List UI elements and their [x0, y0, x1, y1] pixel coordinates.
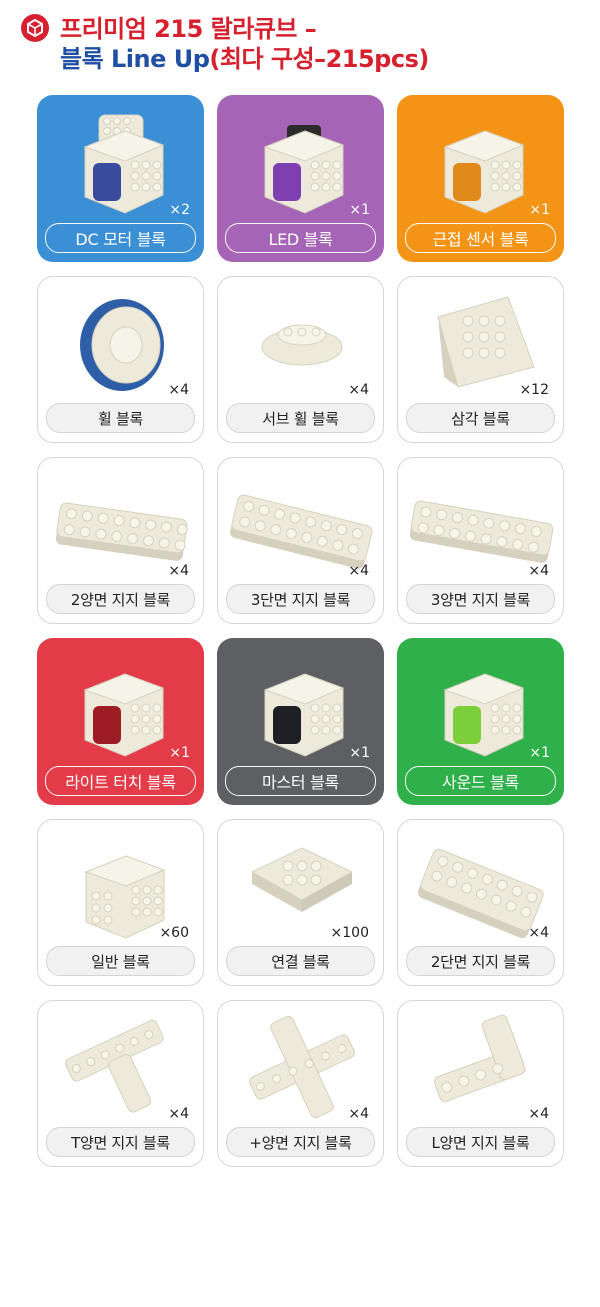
block-card: ×4 2양면 지지 블록 [37, 457, 204, 624]
block-count: ×1 [349, 745, 370, 761]
block-count: ×4 [168, 1106, 189, 1122]
block-card: ×4 3양면 지지 블록 [397, 457, 564, 624]
block-count: ×60 [159, 925, 189, 941]
block-count: ×4 [168, 563, 189, 579]
block-label: 사운드 블록 [405, 766, 556, 796]
block-label: 3양면 지지 블록 [406, 584, 555, 614]
cube-badge-icon [21, 14, 49, 42]
block-card: ×4 T양면 지지 블록 [37, 1000, 204, 1167]
block-label: 서브 휠 블록 [226, 403, 375, 433]
block-label: LED 블록 [225, 223, 376, 253]
block-count: ×4 [348, 1106, 369, 1122]
page-title: 프리미엄 215 랄라큐브 – 블록 Line Up(최다 구성–215pcs) [60, 14, 429, 74]
block-count: ×4 [528, 925, 549, 941]
block-label: 라이트 터치 블록 [45, 766, 196, 796]
block-count: ×4 [348, 563, 369, 579]
block-label: T양면 지지 블록 [46, 1127, 195, 1157]
title-composition: (최다 구성–215pcs) [209, 45, 429, 73]
block-card: ×1 사운드 블록 [397, 638, 564, 805]
block-card: ×1 마스터 블록 [217, 638, 384, 805]
block-count: ×4 [348, 382, 369, 398]
block-label: 연결 블록 [226, 946, 375, 976]
block-label: 휠 블록 [46, 403, 195, 433]
block-label: L양면 지지 블록 [406, 1127, 555, 1157]
block-count: ×4 [528, 1106, 549, 1122]
block-label: 삼각 블록 [406, 403, 555, 433]
title-line-2: 블록 Line Up [60, 45, 210, 73]
block-label: 3단면 지지 블록 [226, 584, 375, 614]
block-label: 2양면 지지 블록 [46, 584, 195, 614]
block-card: ×12 삼각 블록 [397, 276, 564, 443]
block-label: 2단면 지지 블록 [406, 946, 555, 976]
block-count: ×1 [529, 202, 550, 218]
page-header: 프리미엄 215 랄라큐브 – 블록 Line Up(최다 구성–215pcs) [18, 8, 588, 74]
block-count: ×12 [519, 382, 549, 398]
block-card: ×1 LED 블록 [217, 95, 384, 262]
block-card: ×4 3단면 지지 블록 [217, 457, 384, 624]
block-card: ×1 근접 센서 블록 [397, 95, 564, 262]
block-card: ×4 +양면 지지 블록 [217, 1000, 384, 1167]
block-label: DC 모터 블록 [45, 223, 196, 253]
block-card: ×60 일반 블록 [37, 819, 204, 986]
block-count: ×1 [529, 745, 550, 761]
block-label: +양면 지지 블록 [226, 1127, 375, 1157]
block-label: 일반 블록 [46, 946, 195, 976]
block-card: ×4 휠 블록 [37, 276, 204, 443]
block-card: ×2 DC 모터 블록 [37, 95, 204, 262]
block-count: ×1 [349, 202, 370, 218]
block-card: ×1 라이트 터치 블록 [37, 638, 204, 805]
block-label: 근접 센서 블록 [405, 223, 556, 253]
block-count: ×4 [168, 382, 189, 398]
block-card: ×100 연결 블록 [217, 819, 384, 986]
title-line-1: 프리미엄 215 랄라큐브 – [60, 15, 317, 43]
block-count: ×1 [169, 745, 190, 761]
block-label: 마스터 블록 [225, 766, 376, 796]
block-card: ×4 L양면 지지 블록 [397, 1000, 564, 1167]
block-count: ×4 [528, 563, 549, 579]
block-card: ×4 2단면 지지 블록 [397, 819, 564, 986]
block-count: ×100 [330, 925, 369, 941]
block-card: ×4 서브 휠 블록 [217, 276, 384, 443]
block-count: ×2 [169, 202, 190, 218]
